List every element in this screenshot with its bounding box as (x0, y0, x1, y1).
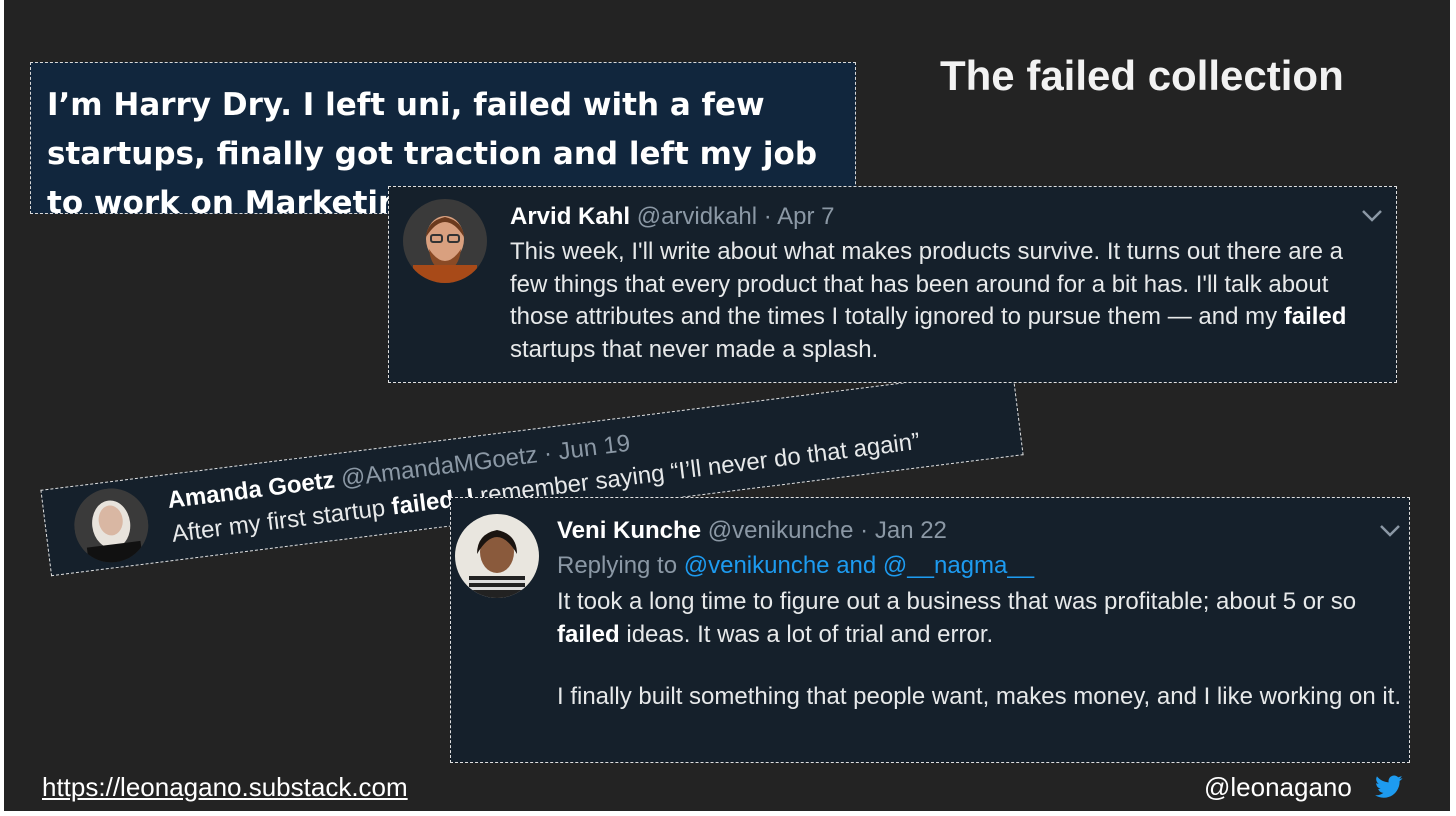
tweet-separator: · (763, 203, 772, 230)
reply-prefix: Replying to (557, 552, 678, 579)
tweet-header: Arvid Kahl @arvidkahl · Apr 7 (510, 203, 835, 231)
substack-link[interactable]: https://leonagano.substack.com (42, 772, 408, 803)
tweet-author-handle: @venikunche (707, 517, 854, 544)
avatar (70, 484, 153, 567)
tweet-body: It took a long time to figure out a busi… (557, 586, 1402, 714)
tweet-separator: · (542, 439, 554, 468)
reply-mentions-link[interactable]: @venikunche and @__nagma__ (684, 552, 1034, 579)
avatar-arvid-image (403, 199, 487, 283)
slide-title: The failed collection (940, 52, 1344, 99)
tweet-author-name: Arvid Kahl (510, 203, 631, 230)
avatar-veni-image (455, 514, 539, 598)
tweet-text-segment: ideas. It was a lot of trial and error. (619, 620, 994, 648)
tweet-author-handle: @arvidkahl (636, 203, 758, 230)
twitter-bird-icon (1375, 775, 1403, 798)
tweet-highlight-word: failed (557, 620, 620, 648)
tweet-text-segment: It took a long time to figure out a busi… (557, 588, 1357, 615)
tweet-card-veni-kunche[interactable]: Veni Kunche @venikunche · Jan 22 Replyin… (450, 497, 1410, 763)
tweet-text-segment: startups that never made a splash. (510, 335, 879, 363)
tweet-date: Jan 22 (874, 517, 947, 544)
tweet-header: Veni Kunche @venikunche · Jan 22 (557, 517, 947, 545)
avatar-amanda-image (70, 484, 153, 567)
tweet-author-name: Veni Kunche (557, 517, 702, 544)
tweet-separator: · (860, 517, 869, 544)
tweet-highlight-word: failed (389, 485, 456, 521)
avatar (403, 199, 487, 283)
chevron-down-icon[interactable] (1361, 209, 1383, 223)
chevron-down-icon[interactable] (1379, 524, 1401, 538)
avatar (455, 514, 539, 598)
tweet-date: Jun 19 (556, 429, 632, 466)
tweet-date: Apr 7 (777, 203, 835, 230)
reply-context: Replying to @venikunche and @__nagma__ (557, 552, 1034, 580)
tweet-card-arvid-kahl[interactable]: Arvid Kahl @arvidkahl · Apr 7 This week,… (388, 186, 1397, 383)
tweet-highlight-word: failed (1283, 303, 1347, 330)
tweet-body: This week, I'll write about what makes p… (510, 236, 1380, 366)
tweet-paragraph: I finally built something that people wa… (557, 683, 1401, 710)
tweet-text-segment: This week, I'll write about what makes p… (510, 238, 1343, 330)
twitter-handle: @leonagano (1204, 772, 1352, 802)
slide: The failed collection I’m Harry Dry. I l… (4, 0, 1450, 811)
